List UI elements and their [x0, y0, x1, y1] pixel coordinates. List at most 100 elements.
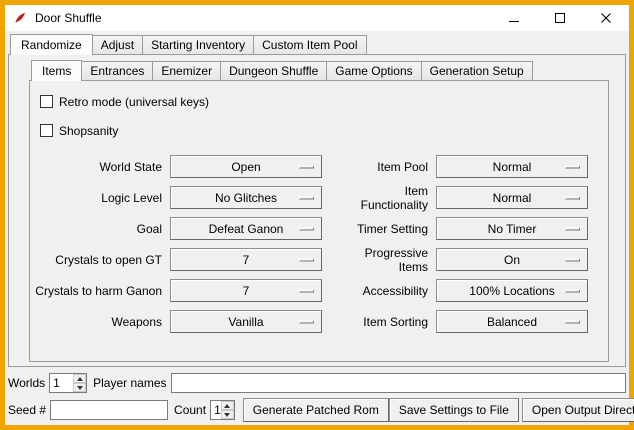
seed-row: Seed # Count 1 Generate Patched Rom Save… — [8, 398, 626, 422]
app-window: Door Shuffle Randomize Adjust Starting I… — [0, 0, 634, 430]
dropdown-value: No Glitches — [215, 191, 277, 205]
open-output-directory-button[interactable]: Open Output Directory — [522, 398, 634, 422]
minimize-icon — [509, 13, 519, 23]
crystals-open-gt-row: Crystals to open GT 7 — [34, 244, 322, 275]
retro-mode-checkbox[interactable] — [40, 95, 53, 108]
count-value: 1 — [211, 401, 221, 419]
dropdown-progressive-items[interactable]: On — [436, 248, 588, 271]
logic-level-label: Logic Level — [34, 191, 170, 205]
player-names-input[interactable] — [171, 373, 627, 393]
dropdown-indicator-icon — [565, 258, 580, 261]
retro-mode-label: Retro mode (universal keys) — [59, 95, 209, 109]
bottom-bar: Worlds 1 Player names Seed # Count 1 — [8, 373, 626, 422]
save-settings-button[interactable]: Save Settings to File — [389, 398, 519, 422]
minimize-button[interactable] — [491, 5, 537, 31]
dropdown-indicator-icon — [565, 196, 580, 199]
dropdown-value: 100% Locations — [469, 284, 554, 298]
spin-up-button[interactable] — [221, 401, 234, 410]
randomize-pane: Items Entrances Enemizer Dungeon Shuffle… — [8, 54, 626, 367]
tab-adjust[interactable]: Adjust — [92, 35, 143, 54]
count-spinbox[interactable]: 1 — [210, 400, 235, 420]
logic-level-row: Logic Level No Glitches — [34, 182, 322, 213]
main-tab-strip: Randomize Adjust Starting Inventory Cust… — [8, 33, 626, 54]
dropdown-weapons[interactable]: Vanilla — [170, 310, 322, 333]
accessibility-row: Accessibility 100% Locations — [334, 275, 588, 306]
item-pool-row: Item Pool Normal — [334, 151, 588, 182]
dropdown-logic-level[interactable]: No Glitches — [170, 186, 322, 209]
tab-custom-item-pool[interactable]: Custom Item Pool — [253, 35, 366, 54]
settings-notebook: Items Entrances Enemizer Dungeon Shuffle… — [29, 59, 609, 362]
tab-items[interactable]: Items — [31, 60, 82, 81]
worlds-row: Worlds 1 Player names — [8, 373, 626, 393]
dropdown-indicator-icon — [299, 320, 314, 323]
arrow-up-icon — [224, 404, 230, 408]
close-button[interactable] — [583, 5, 629, 31]
dropdown-goal[interactable]: Defeat Ganon — [170, 217, 322, 240]
progressive-items-row: Progressive Items On — [334, 244, 588, 275]
accessibility-label: Accessibility — [334, 284, 436, 298]
dropdown-world-state[interactable]: Open — [170, 155, 322, 178]
tab-game-options[interactable]: Game Options — [326, 61, 421, 80]
tab-starting-inventory[interactable]: Starting Inventory — [142, 35, 254, 54]
item-functionality-label: Item Functionality — [334, 184, 436, 212]
item-sorting-row: Item Sorting Balanced — [334, 306, 588, 337]
dropdown-value: Defeat Ganon — [209, 222, 284, 236]
dropdown-value: Normal — [493, 191, 532, 205]
dropdown-crystals-open-gt[interactable]: 7 — [170, 248, 322, 271]
maximize-button[interactable] — [537, 5, 583, 31]
shopsanity-checkbox[interactable] — [40, 124, 53, 137]
dropdown-indicator-icon — [299, 196, 314, 199]
goal-label: Goal — [34, 222, 170, 236]
seed-label: Seed # — [8, 403, 46, 417]
dropdown-crystals-harm-ganon[interactable]: 7 — [170, 279, 322, 302]
settings-tab-strip: Items Entrances Enemizer Dungeon Shuffle… — [29, 59, 609, 80]
seed-input[interactable] — [50, 400, 168, 420]
dropdown-timer-setting[interactable]: No Timer — [436, 217, 588, 240]
weapons-row: Weapons Vanilla — [34, 306, 322, 337]
worlds-label: Worlds — [8, 376, 45, 390]
items-pane: Retro mode (universal keys) Shopsanity W… — [29, 80, 609, 362]
dropdown-value: Open — [231, 160, 260, 174]
spinner-arrows — [73, 374, 86, 392]
main-notebook: Randomize Adjust Starting Inventory Cust… — [8, 33, 626, 367]
dropdown-indicator-icon — [299, 165, 314, 168]
crystals-harm-ganon-label: Crystals to harm Ganon — [34, 284, 170, 298]
spin-up-button[interactable] — [73, 374, 86, 383]
tab-entrances[interactable]: Entrances — [81, 61, 153, 80]
arrow-down-icon — [77, 386, 83, 390]
dropdown-indicator-icon — [299, 258, 314, 261]
count-label: Count — [174, 403, 206, 417]
crystals-open-gt-label: Crystals to open GT — [34, 253, 170, 267]
shopsanity-label: Shopsanity — [59, 124, 118, 138]
app-icon — [12, 10, 28, 26]
generate-patched-rom-button[interactable]: Generate Patched Rom — [243, 398, 389, 422]
dropdown-indicator-icon — [565, 165, 580, 168]
dropdown-indicator-icon — [565, 320, 580, 323]
item-functionality-row: Item Functionality Normal — [334, 182, 588, 213]
window-content: Randomize Adjust Starting Inventory Cust… — [5, 31, 629, 425]
close-icon — [601, 13, 611, 23]
dropdown-item-pool[interactable]: Normal — [436, 155, 588, 178]
option-grid: World State Open Logic Level No Glitches… — [30, 151, 608, 337]
tab-dungeon-shuffle[interactable]: Dungeon Shuffle — [220, 61, 327, 80]
title-bar: Door Shuffle — [5, 5, 629, 31]
tab-randomize[interactable]: Randomize — [10, 34, 93, 55]
dropdown-value: 7 — [243, 284, 250, 298]
spinner-arrows — [221, 401, 234, 419]
spin-down-button[interactable] — [73, 383, 86, 392]
tab-generation-setup[interactable]: Generation Setup — [421, 61, 533, 80]
crystals-harm-ganon-row: Crystals to harm Ganon 7 — [34, 275, 322, 306]
dropdown-item-functionality[interactable]: Normal — [436, 186, 588, 209]
dropdown-accessibility[interactable]: 100% Locations — [436, 279, 588, 302]
dropdown-indicator-icon — [565, 227, 580, 230]
tab-enemizer[interactable]: Enemizer — [152, 61, 221, 80]
dropdown-item-sorting[interactable]: Balanced — [436, 310, 588, 333]
worlds-spinbox[interactable]: 1 — [49, 373, 87, 393]
spin-down-button[interactable] — [221, 410, 234, 419]
timer-setting-label: Timer Setting — [334, 222, 436, 236]
dropdown-value: On — [504, 253, 520, 267]
item-pool-label: Item Pool — [334, 160, 436, 174]
player-names-label: Player names — [93, 376, 166, 390]
world-state-row: World State Open — [34, 151, 322, 182]
dropdown-indicator-icon — [299, 227, 314, 230]
